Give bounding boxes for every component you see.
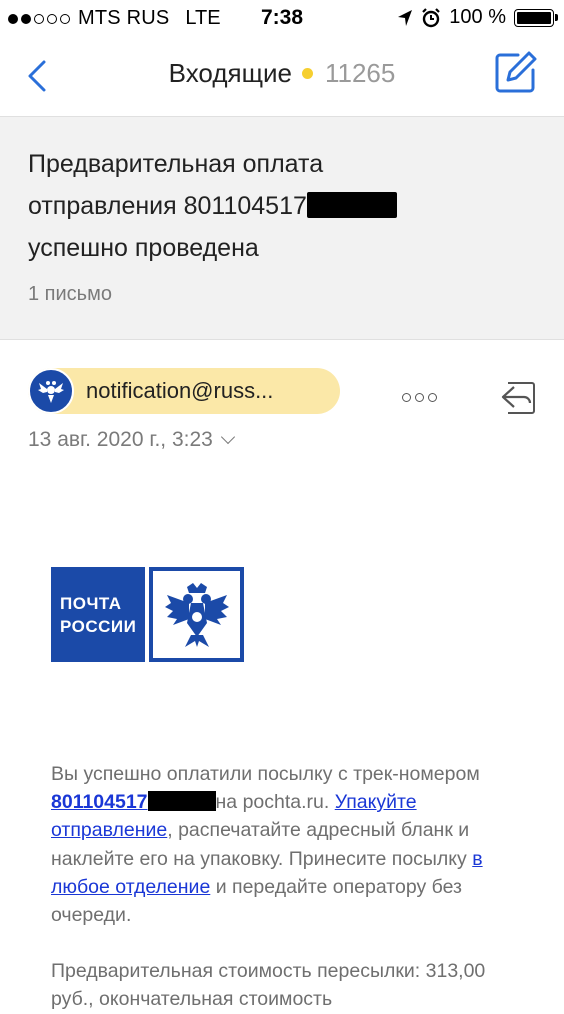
double-headed-eagle-icon	[164, 582, 229, 647]
logo-emblem	[149, 567, 244, 662]
message-body: Вы успешно оплатили посылку с трек-номер…	[51, 760, 521, 1014]
status-bar-right: 100 %	[397, 6, 558, 29]
alarm-icon	[422, 7, 441, 27]
navigation-bar: Входящие 11265	[0, 36, 564, 116]
more-options-icon[interactable]	[402, 393, 437, 402]
body-paragraph: Вы успешно оплатили посылку с трек-номер…	[51, 760, 521, 929]
compose-icon[interactable]	[494, 50, 538, 94]
battery-percent: 100 %	[449, 6, 506, 28]
reply-icon[interactable]	[498, 377, 538, 417]
message-date-text: 13 авг. 2020 г., 3:23	[28, 428, 213, 451]
folder-name: Входящие	[168, 58, 292, 88]
logo-wordmark: ПОЧТА РОССИИ	[51, 567, 145, 662]
sender-chip[interactable]: notification@russ...	[28, 368, 340, 414]
body-paragraph: Предварительная стоимость пересылки: 313…	[51, 960, 486, 1011]
thread-header: Предварительная оплата отправления 80110…	[0, 116, 564, 340]
unread-dot-icon	[301, 67, 313, 79]
russian-post-logo: ПОЧТА РОССИИ	[51, 567, 244, 662]
chevron-down-icon	[220, 429, 235, 445]
logo-text-line: РОССИИ	[60, 616, 137, 636]
body-text: на pochta.ru.	[215, 791, 330, 814]
unread-count: 11265	[324, 58, 396, 88]
redaction-mark	[147, 791, 216, 812]
more-dot	[402, 393, 411, 402]
eagle-emblem-icon	[38, 381, 64, 403]
sender-email: notification@russ...	[86, 378, 274, 403]
more-dot	[428, 393, 437, 402]
battery-icon	[514, 8, 558, 27]
logo-emblem-inner	[153, 571, 240, 658]
subject-line-text: отправления 801104517	[28, 192, 307, 220]
status-bar: MTS RUS LTE 7:38 100 %	[0, 0, 564, 36]
battery-fill	[517, 11, 551, 24]
logo-text-line: ПОЧТА	[60, 593, 122, 613]
thread-subject: Предварительная оплата отправления 80110…	[28, 143, 528, 269]
subject-line: отправления 801104517	[28, 185, 528, 227]
location-arrow-icon	[398, 9, 413, 26]
message-date[interactable]: 13 авг. 2020 г., 3:23	[28, 428, 235, 452]
folder-title: Входящие 11265	[0, 58, 564, 89]
message-count: 1 письмо	[28, 283, 112, 305]
redaction-mark	[306, 192, 397, 218]
tracking-number-link[interactable]: 801104517	[51, 791, 148, 813]
subject-line: успешно проведена	[28, 234, 259, 262]
more-dot	[415, 393, 424, 402]
subject-line: Предварительная оплата	[28, 150, 324, 178]
avatar	[28, 368, 74, 414]
body-text: Вы успешно оплатили посылку с трек-номер…	[51, 763, 480, 785]
